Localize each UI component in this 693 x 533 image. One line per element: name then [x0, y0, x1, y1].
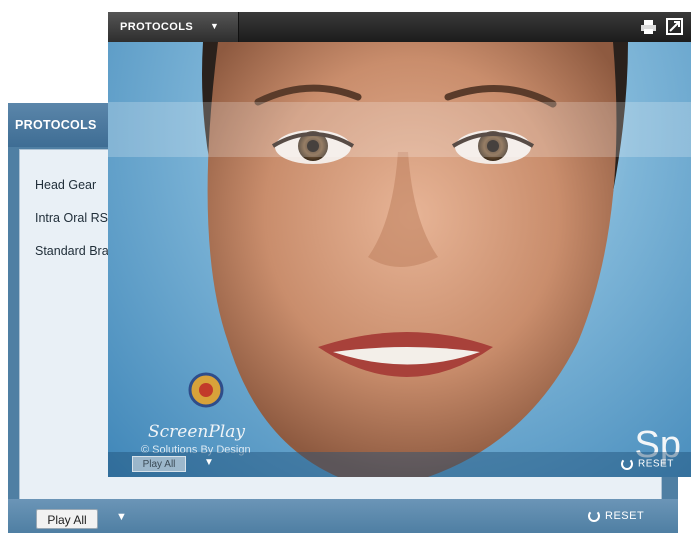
- front-window-title: PROTOCOLS: [120, 21, 194, 33]
- chevron-down-icon: ▼: [210, 21, 219, 31]
- reset-icon: [588, 510, 600, 523]
- chevron-down-icon[interactable]: ▼: [116, 511, 127, 523]
- front-protocols-window: PROTOCOLS ▼ ScreenPlay © Solutions By De…: [108, 12, 691, 477]
- reset-label: RESET: [605, 510, 645, 522]
- fullscreen-icon[interactable]: [666, 18, 683, 35]
- front-play-all-button[interactable]: Play All: [132, 456, 186, 472]
- front-reset-button[interactable]: RESET: [621, 458, 674, 470]
- front-window-bottombar: Play All ▼ RESET: [108, 452, 691, 477]
- reset-button[interactable]: RESET: [588, 510, 645, 523]
- protocols-menu-tab[interactable]: PROTOCOLS ▼: [108, 12, 239, 42]
- front-reset-label: RESET: [638, 458, 674, 470]
- screenplay-logo: [188, 372, 224, 408]
- reset-icon: [621, 458, 633, 470]
- back-window-title[interactable]: PROTOCOLS: [15, 118, 97, 132]
- play-all-button[interactable]: Play All: [36, 509, 98, 529]
- 3d-face-viewport[interactable]: ScreenPlay © Solutions By Design Sp: [108, 42, 691, 477]
- back-window-bottombar: Play All ▼ RESET: [8, 499, 678, 533]
- chevron-down-icon[interactable]: ▼: [204, 457, 214, 468]
- screenplay-logo-text: ScreenPlay: [148, 422, 245, 442]
- front-window-titlebar: PROTOCOLS ▼: [108, 12, 691, 42]
- overlay-ghost-band: [108, 102, 691, 157]
- print-icon[interactable]: [641, 20, 656, 34]
